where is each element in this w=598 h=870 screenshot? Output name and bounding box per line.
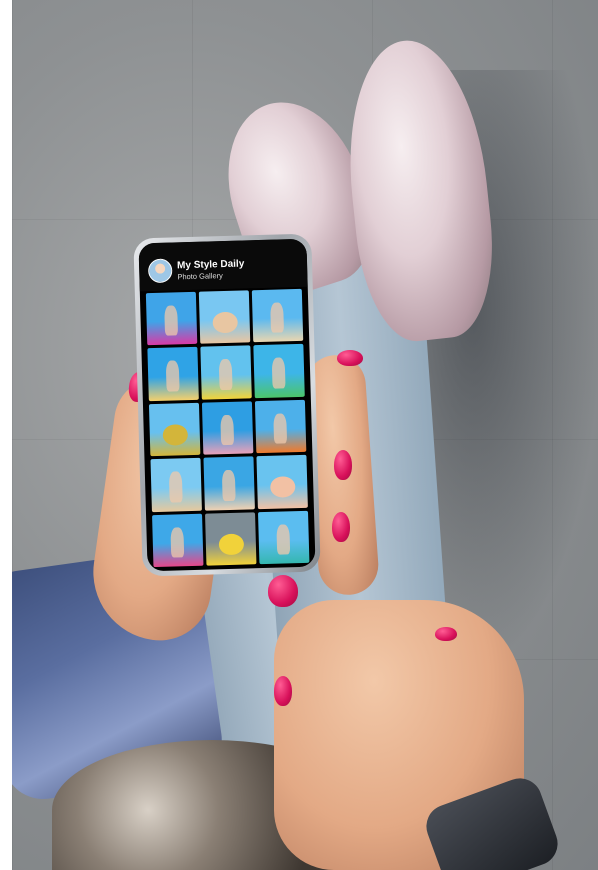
gallery-photo-orange-cocktail[interactable]: [254, 399, 307, 454]
gallery-photo-turquoise-dress[interactable]: [257, 510, 310, 565]
gallery-photo-beach-woman[interactable]: [251, 288, 304, 343]
index-nail: [268, 575, 298, 607]
photo-subject: [211, 311, 238, 334]
phone-screen: My Style Daily Photo Gallery: [138, 238, 316, 572]
finger-nail-3: [332, 512, 350, 542]
ring-nail: [435, 627, 457, 641]
photo-subject: [162, 423, 188, 446]
app-title: My Style Daily: [176, 258, 245, 272]
gallery-photo-pink-sarong[interactable]: [152, 513, 204, 568]
smartphone: My Style Daily Photo Gallery: [133, 233, 321, 577]
photo-subject: [269, 476, 296, 498]
profile-avatar[interactable]: [147, 258, 173, 284]
gallery-photo-yellow-flip-flops[interactable]: [205, 511, 257, 566]
app-header: My Style Daily Photo Gallery: [138, 238, 308, 292]
middle-nail: [274, 676, 292, 706]
gallery-photo-sun-hat[interactable]: [150, 457, 202, 512]
gallery-photo-melon-on-sand[interactable]: [148, 402, 201, 457]
gallery-photo-green-drink[interactable]: [253, 344, 305, 399]
gallery-photo-cocktail-hand[interactable]: [147, 347, 199, 401]
gallery-photo-legs-on-sand[interactable]: [198, 290, 251, 345]
photo-gallery-grid: [145, 288, 310, 568]
finger-nail-2: [334, 450, 352, 480]
photo-scene: My Style Daily Photo Gallery: [0, 0, 598, 870]
photo-subject: [218, 533, 244, 555]
gallery-photo-bougainvillea[interactable]: [145, 291, 198, 346]
app-subtitle: Photo Gallery: [177, 271, 223, 282]
gallery-photo-pink-bikini[interactable]: [201, 401, 254, 455]
gallery-photo-sea-sitting[interactable]: [203, 456, 255, 511]
gallery-photo-feet-in-water[interactable]: [256, 454, 308, 509]
finger-nail-1: [337, 350, 363, 366]
gallery-photo-yellow-dress[interactable]: [200, 345, 252, 400]
